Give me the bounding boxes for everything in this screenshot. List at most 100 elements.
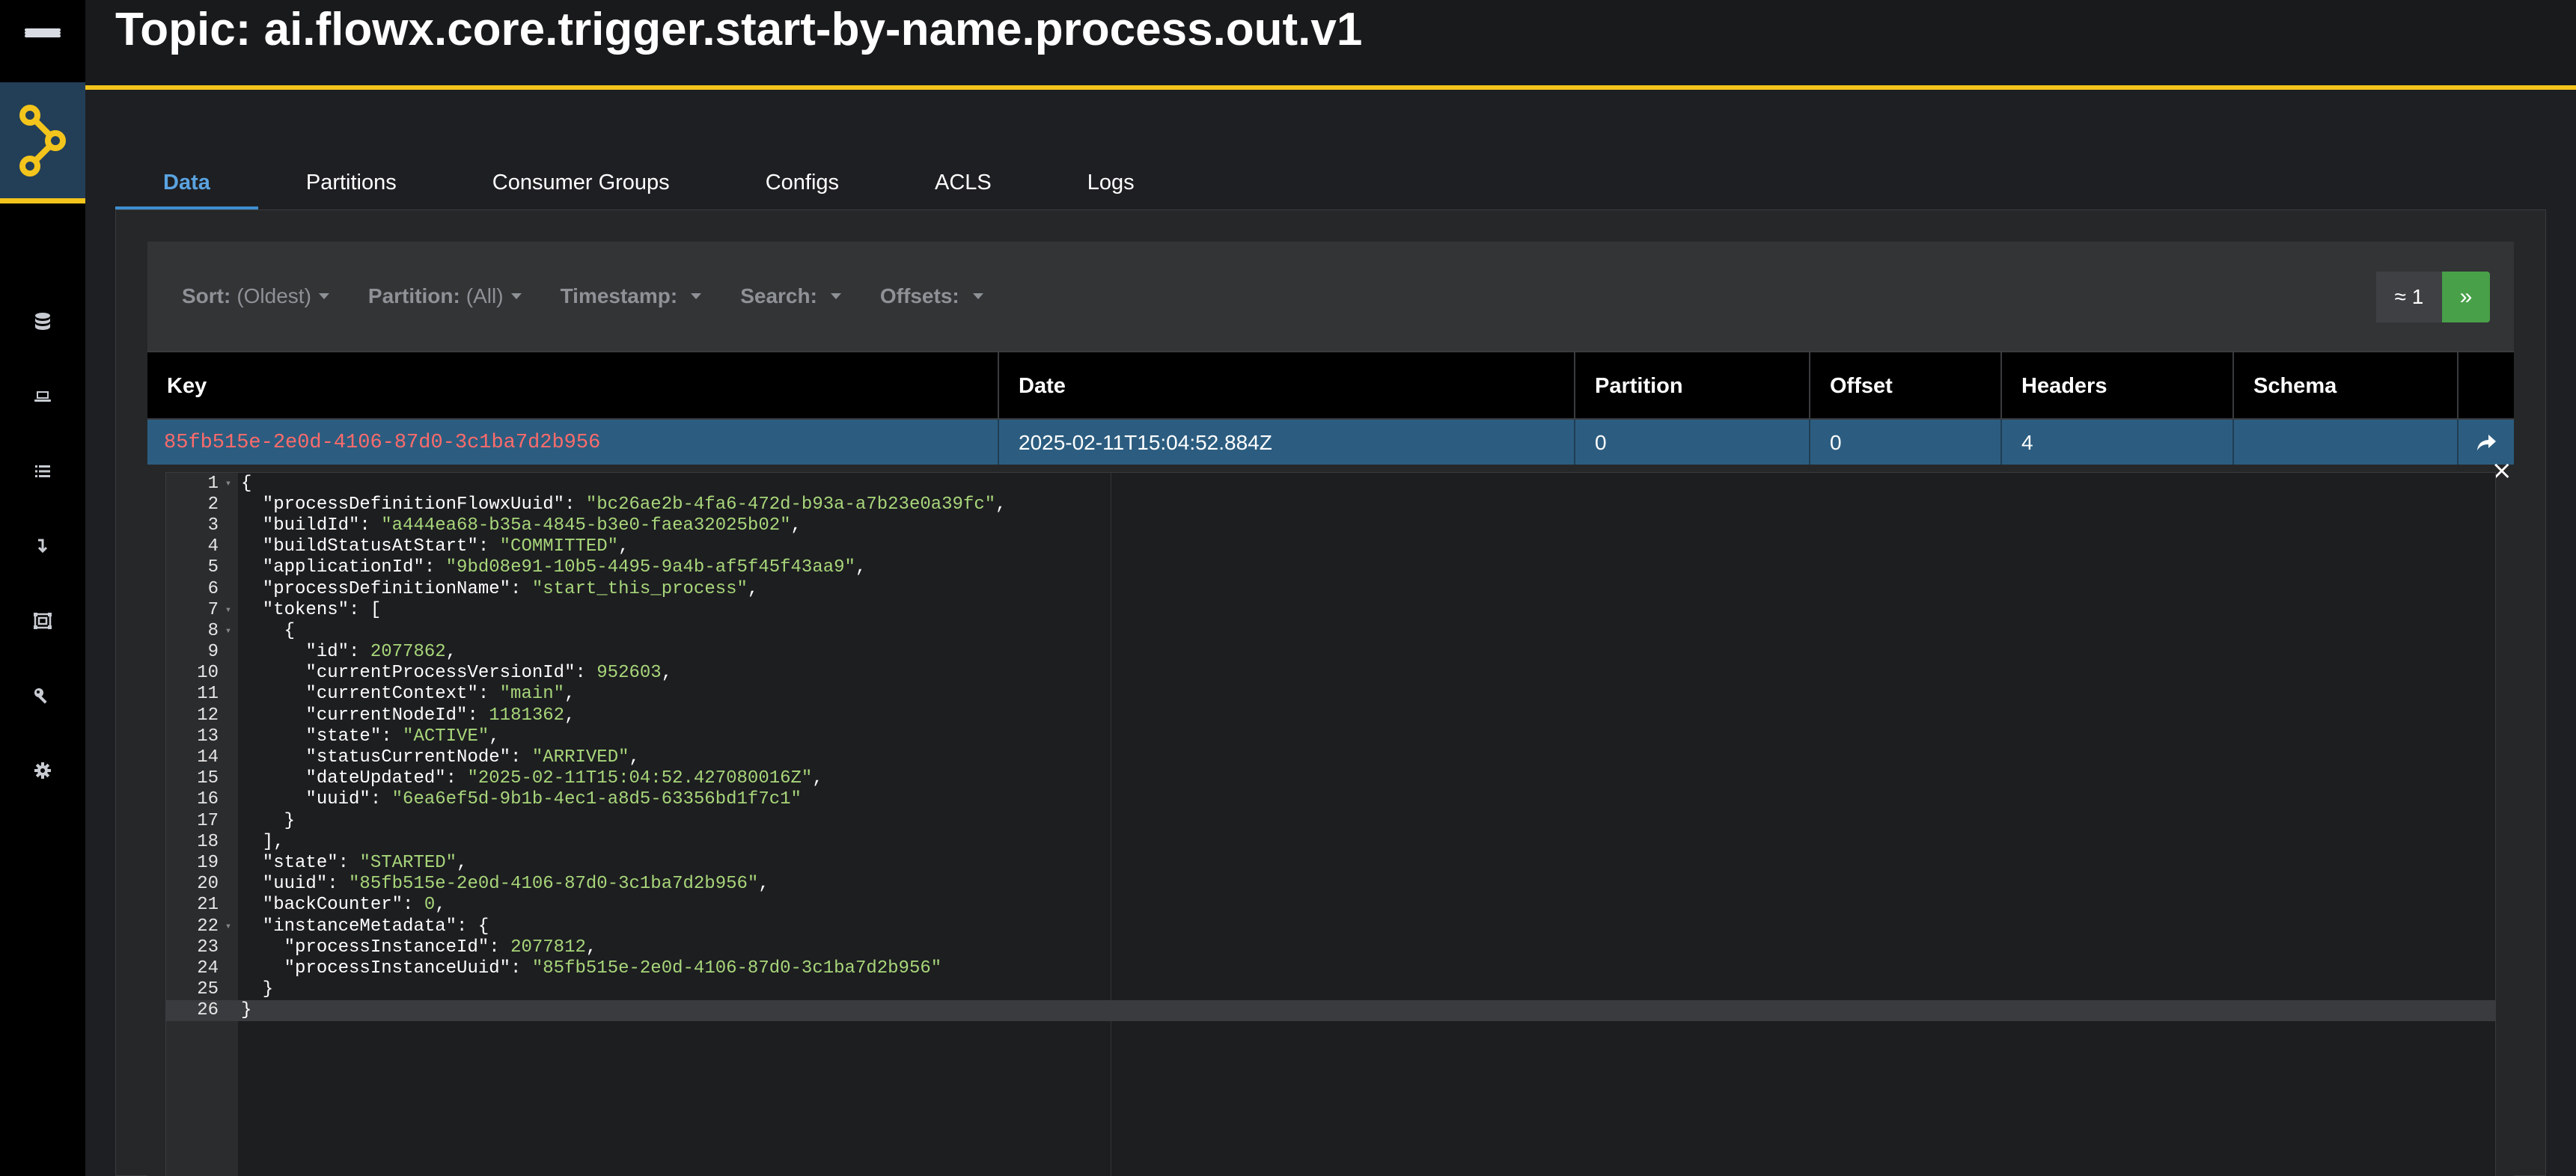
message-detail: × 1 ▾{2 "processDefinitionFlowxUuid": "bc… — [147, 456, 2514, 1176]
fold-toggle-icon[interactable]: ▾ — [219, 604, 238, 616]
caret-down-icon — [510, 293, 522, 299]
code-line: 25 } — [166, 979, 2495, 1000]
message-date: 2025-02-11T15:04:52.884Z — [999, 420, 1575, 466]
code-text: "uuid": "6ea6ef5d-9b1b-4ec1-a8d5-63356bd… — [241, 789, 802, 810]
sidebar-item-topics[interactable] — [0, 359, 85, 434]
caret-down-icon — [830, 293, 841, 299]
code-text: "tokens": [ — [241, 599, 382, 620]
message-key: 85fb515e-2e0d-4106-87d0-3c1ba7d2b956 — [147, 420, 999, 466]
code-line: 22 ▾ "instanceMetadata": { — [166, 916, 2495, 937]
line-number: 15 — [197, 768, 219, 789]
line-number: 2 — [207, 494, 219, 515]
code-text: ], — [241, 831, 284, 852]
code-text: "currentContext": "main", — [241, 684, 576, 705]
line-number: 21 — [197, 895, 219, 916]
line-number: 14 — [197, 747, 219, 768]
sort-dropdown[interactable]: Sort: (Oldest) — [182, 284, 329, 308]
code-text: "processDefinitionName": "start_this_pro… — [241, 578, 759, 599]
code-line: 23 "processInstanceId": 2077812, — [166, 937, 2495, 958]
partition-dropdown[interactable]: Partition: (All) — [368, 284, 522, 308]
code-line: 15 "dateUpdated": "2025-02-11T15:04:52.4… — [166, 768, 2495, 789]
code-line: 5 "applicationId": "9bd08e91-10b5-4495-9… — [166, 557, 2495, 578]
menu-toggle-button[interactable] — [0, 0, 85, 82]
arrow-down-icon — [37, 539, 48, 554]
code-lines: 1 ▾{2 "processDefinitionFlowxUuid": "bc26… — [166, 473, 2495, 1021]
tab-acls[interactable]: ACLS — [887, 154, 1040, 211]
tab-consumer-groups[interactable]: Consumer Groups — [445, 154, 718, 211]
code-text: "currentProcessVersionId": 952603, — [241, 663, 673, 684]
code-text: "currentNodeId": 1181362, — [241, 705, 576, 726]
line-number: 22 — [197, 916, 219, 937]
code-line: 10 "currentProcessVersionId": 952603, — [166, 663, 2495, 684]
code-text: "id": 2077862, — [241, 642, 457, 663]
code-text: "processDefinitionFlowxUuid": "bc26ae2b-… — [241, 494, 1007, 515]
offsets-label: Offsets: — [879, 284, 959, 307]
sidebar-item-live-tail[interactable] — [0, 509, 85, 584]
code-text: "uuid": "85fb515e-2e0d-4106-87d0-3c1ba7d… — [241, 874, 769, 895]
page-header: Topic: ai.flowx.core.trigger.start-by-na… — [85, 0, 2576, 90]
line-number: 18 — [197, 831, 219, 852]
code-text: "buildId": "a444ea68-b35a-4845-b3e0-faea… — [241, 515, 802, 536]
code-line: 24 "processInstanceUuid": "85fb515e-2e0d… — [166, 958, 2495, 979]
column-header-schema: Schema — [2234, 352, 2459, 420]
fold-toggle-icon[interactable]: ▾ — [219, 920, 238, 933]
logo[interactable] — [0, 82, 85, 203]
messages-table: Key Date Partition Offset Headers Schema… — [147, 351, 2514, 466]
code-text: "processInstanceUuid": "85fb515e-2e0d-41… — [241, 958, 942, 979]
tab-partitions[interactable]: Partitions — [258, 154, 445, 211]
code-text: "instanceMetadata": { — [241, 916, 489, 937]
column-header-partition: Partition — [1575, 352, 1810, 420]
code-line: 2 "processDefinitionFlowxUuid": "bc26ae2… — [166, 494, 2495, 515]
code-line: 7 ▾ "tokens": [ — [166, 599, 2495, 620]
hamburger-icon — [25, 28, 61, 54]
page-title: Topic: ai.flowx.core.trigger.start-by-na… — [115, 4, 1363, 55]
code-line: 19 "state": "STARTED", — [166, 852, 2495, 873]
code-line: 11 "currentContext": "main", — [166, 684, 2495, 705]
next-page-button[interactable]: » — [2442, 272, 2490, 322]
timestamp-dropdown[interactable]: Timestamp: — [561, 284, 702, 308]
fold-toggle-icon[interactable]: ▾ — [219, 625, 238, 637]
partition-value: (All) — [466, 284, 504, 307]
table-row[interactable]: 85fb515e-2e0d-4106-87d0-3c1ba7d2b956 202… — [147, 418, 2514, 466]
akhq-logo-icon — [19, 104, 66, 177]
offsets-dropdown[interactable]: Offsets: — [880, 284, 983, 308]
data-panel: Sort: (Oldest) Partition: (All) Timestam… — [115, 209, 2546, 1176]
line-number: 20 — [197, 874, 219, 895]
sidebar — [0, 0, 85, 1176]
code-text: } — [241, 979, 274, 1000]
sidebar-item-acls[interactable] — [0, 658, 85, 733]
timestamp-label: Timestamp: — [560, 284, 678, 307]
code-text: "state": "STARTED", — [241, 852, 468, 873]
tab-configs[interactable]: Configs — [718, 154, 887, 211]
sidebar-item-consumer-groups[interactable] — [0, 434, 85, 509]
line-number: 25 — [197, 979, 219, 1000]
sidebar-item-schema-registry[interactable] — [0, 584, 85, 658]
message-schema — [2234, 420, 2459, 466]
line-number: 16 — [197, 789, 219, 810]
code-text: "buildStatusAtStart": "COMMITTED", — [241, 536, 629, 557]
sidebar-nav — [0, 284, 85, 808]
key-icon — [34, 688, 47, 704]
line-number: 3 — [207, 515, 219, 536]
line-number: 10 — [197, 663, 219, 684]
search-dropdown[interactable]: Search: — [740, 284, 841, 308]
search-label: Search: — [740, 284, 817, 307]
fold-toggle-icon[interactable]: ▾ — [219, 477, 238, 490]
sidebar-item-settings[interactable] — [0, 733, 85, 808]
line-number: 11 — [197, 684, 219, 705]
schema-icon — [34, 613, 52, 629]
code-text: "applicationId": "9bd08e91-10b5-4495-9a4… — [241, 557, 867, 578]
code-line: 1 ▾{ — [166, 473, 2495, 494]
page-count-button[interactable]: ≈ 1 — [2376, 272, 2442, 322]
sidebar-item-nodes[interactable] — [0, 284, 85, 359]
line-number: 24 — [197, 958, 219, 979]
line-number: 13 — [197, 726, 219, 747]
code-line: 17 } — [166, 810, 2495, 831]
json-editor[interactable]: 1 ▾{2 "processDefinitionFlowxUuid": "bc26… — [165, 472, 2496, 1176]
tab-data[interactable]: Data — [115, 154, 258, 211]
tab-logs[interactable]: Logs — [1040, 154, 1182, 211]
code-text: "backCounter": 0, — [241, 895, 446, 916]
line-number: 6 — [207, 578, 219, 599]
code-line: 9 "id": 2077862, — [166, 642, 2495, 663]
share-icon — [2477, 435, 2496, 450]
